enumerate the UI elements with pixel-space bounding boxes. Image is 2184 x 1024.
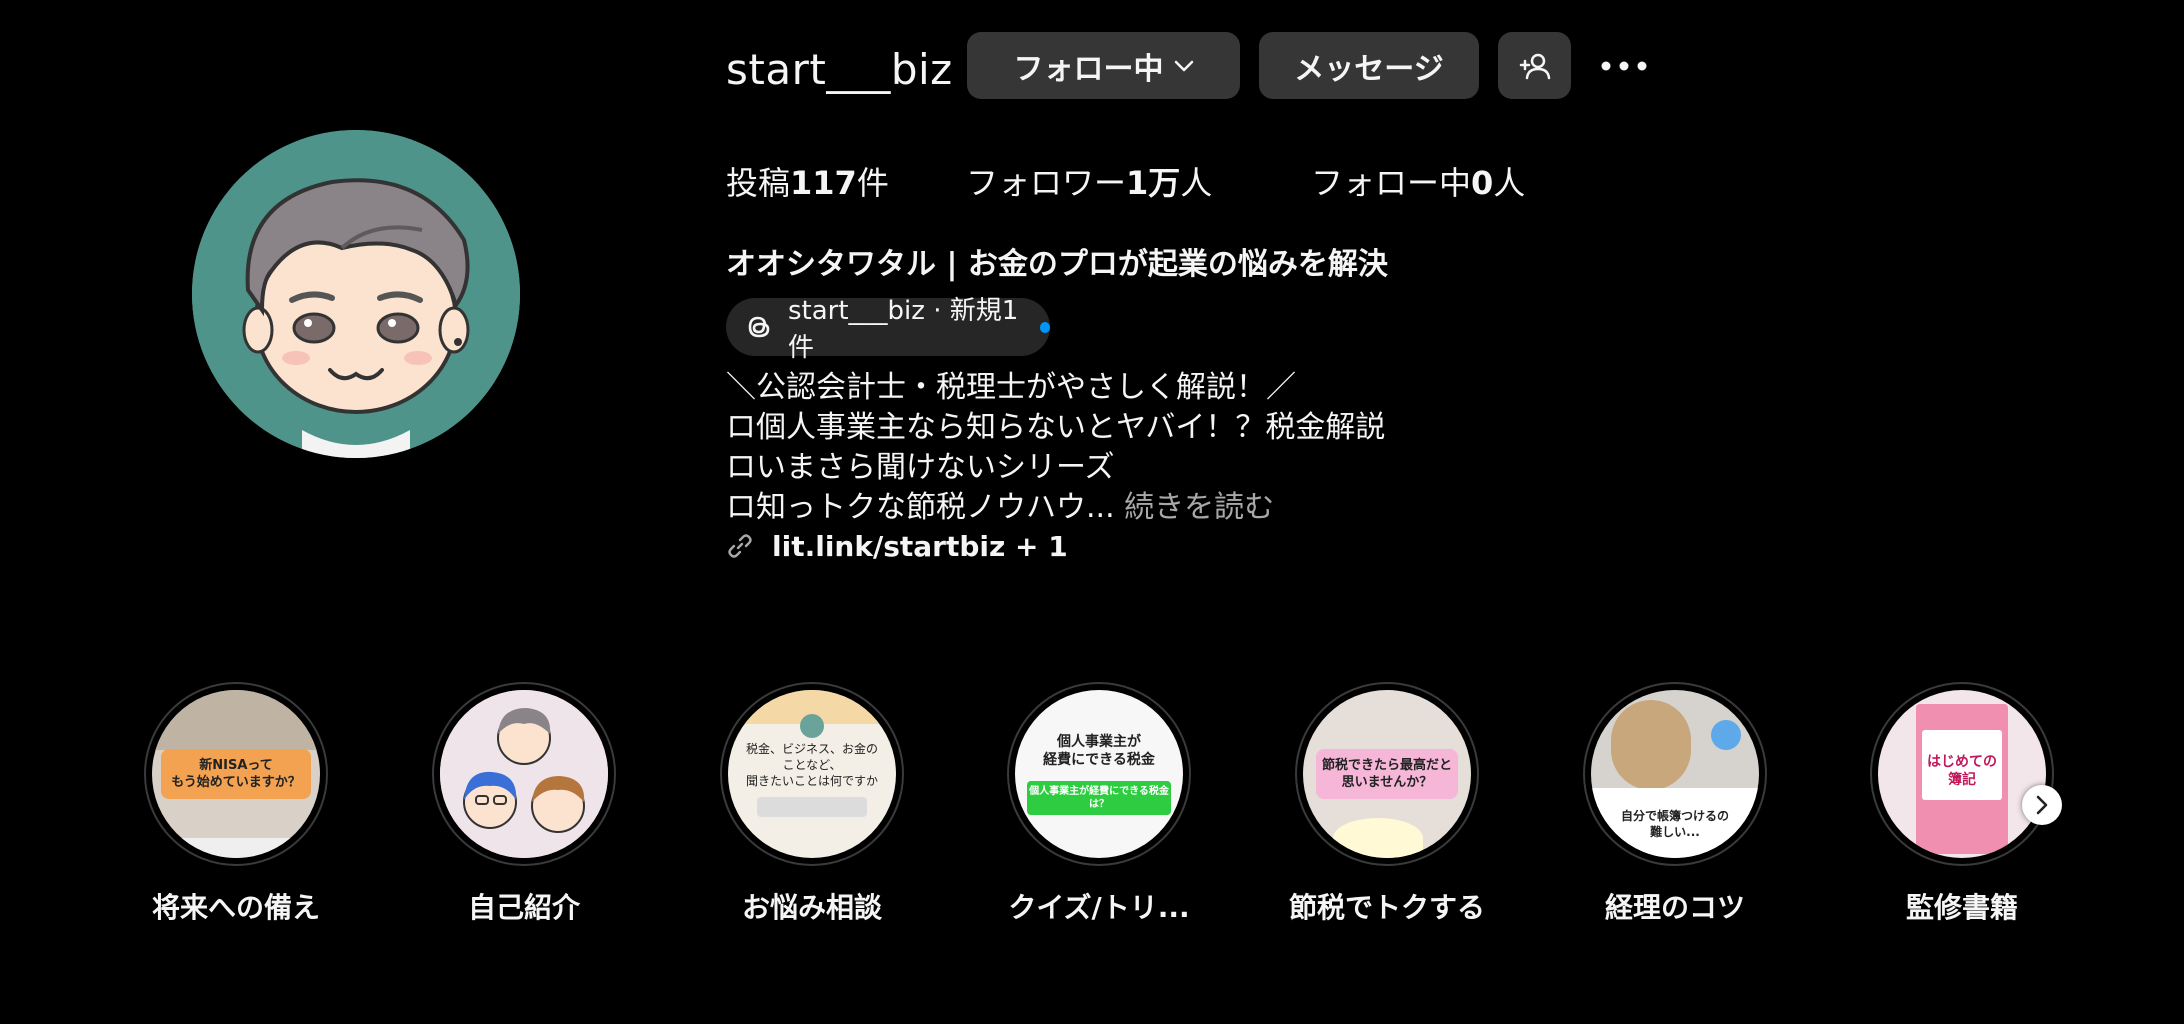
threads-badge[interactable]: start___biz · 新規1件	[726, 296, 1050, 363]
highlight-card-text: 税金、ビジネス、お金の ことなど、 聞きたいことは何ですか	[745, 742, 878, 788]
profile-link-text: lit.link/startbiz + 1	[772, 529, 1068, 563]
new-indicator-dot	[1039, 321, 1050, 333]
posts-count: 投稿117件	[726, 160, 889, 206]
posts-unit: 件	[856, 164, 889, 202]
bio-line: ＼公認会計士・税理士がやさしく解説！／	[726, 370, 1296, 405]
highlight-ring: 新NISAって もう始めていますか？	[144, 682, 328, 866]
highlight-label: 自己紹介	[467, 891, 580, 924]
chevron-right-icon	[2035, 795, 2049, 815]
highlight-cover: 自分で帳簿つけるの 難しい...	[1591, 690, 1759, 858]
highlight-item[interactable]: 自己紹介	[424, 682, 624, 926]
add-user-icon	[1518, 51, 1552, 81]
more-options-icon[interactable]	[1598, 42, 1650, 90]
characters-illustration	[440, 690, 608, 858]
following-count[interactable]: フォロー中0人	[1311, 160, 1525, 206]
highlight-ring: 自分で帳簿つけるの 難しい...	[1583, 682, 1767, 866]
highlight-cover: はじめての 簿記	[1878, 690, 2046, 858]
highlight-card-text: 節税できたら最高だと 思いませんか？	[1321, 758, 1452, 790]
highlight-ring	[432, 682, 616, 866]
followers-count[interactable]: フォロワー1万人	[966, 160, 1212, 206]
following-number: 0	[1471, 164, 1494, 202]
bio-line: ロいまさら聞けないシリーズ	[726, 450, 1115, 485]
highlight-label: 将来への備え	[151, 891, 320, 924]
avatar-illustration	[192, 130, 520, 458]
profile-avatar[interactable]	[192, 130, 520, 458]
threads-icon	[742, 310, 776, 344]
highlight-cover: 個人事業主が 経費にできる税金 個人事業主が経費にできる税金は？	[1015, 690, 1183, 858]
bio-line-last: ロ知っトクな節税ノウハウ... 続きを読む	[726, 488, 1385, 528]
suggest-users-button[interactable]	[1498, 32, 1571, 99]
highlight-item[interactable]: 新NISAって もう始めていますか？ 将来への備え	[136, 682, 336, 926]
highlight-label: 経理のコツ	[1604, 891, 1745, 924]
posts-number: 117	[790, 164, 857, 202]
profile-full-name: オオシタワタル | お金のプロが起業の悩みを解決	[726, 247, 1388, 282]
highlight-item[interactable]: 自分で帳簿つけるの 難しい... 経理のコツ	[1575, 682, 1775, 926]
bio-line: ロ個人事業主なら知らないとヤバイ！？税金解説	[726, 410, 1386, 445]
highlight-item[interactable]: 税金、ビジネス、お金の ことなど、 聞きたいことは何ですか お悩み相談	[712, 682, 912, 926]
highlight-card-text: 自分で帳簿つけるの 難しい...	[1620, 809, 1729, 839]
threads-badge-label: start___biz · 新規1件	[788, 296, 1019, 363]
posts-label: 投稿	[726, 164, 791, 202]
profile-bio: ＼公認会計士・税理士がやさしく解説！／ ロ個人事業主なら知らないとヤバイ！？税金…	[726, 368, 1385, 528]
highlight-cover: 新NISAって もう始めていますか？	[152, 690, 320, 858]
followers-unit: 人	[1180, 164, 1213, 202]
highlight-item[interactable]: 個人事業主が 経費にできる税金 個人事業主が経費にできる税金は？ クイズ/トリ.…	[999, 682, 1199, 926]
following-button-label: フォロー中	[1013, 51, 1164, 87]
highlight-card-text: 個人事業主が 経費にできる税金	[1043, 734, 1155, 768]
highlight-label: クイズ/トリ...	[1008, 891, 1190, 924]
followers-number: 1万	[1126, 164, 1181, 202]
following-unit: 人	[1493, 164, 1526, 202]
highlight-ring: はじめての 簿記	[1870, 682, 2054, 866]
following-label: フォロー中	[1311, 164, 1472, 202]
highlight-cover: 節税できたら最高だと 思いませんか？	[1303, 690, 1471, 858]
highlight-card-text: はじめての 簿記	[1927, 754, 1997, 788]
highlight-cover: 税金、ビジネス、お金の ことなど、 聞きたいことは何ですか	[728, 690, 896, 858]
read-more-link[interactable]: 続きを読む	[1124, 490, 1274, 525]
highlight-cover	[440, 690, 608, 858]
highlight-label: 監修書籍	[1905, 891, 2018, 924]
highlight-label: お悩み相談	[741, 891, 882, 924]
highlight-card-subtext: 個人事業主が経費にできる税金は？	[1029, 786, 1169, 810]
link-icon	[726, 532, 754, 560]
highlight-item[interactable]: 節税できたら最高だと 思いませんか？ 節税でトクする	[1287, 682, 1487, 926]
following-button[interactable]: フォロー中	[967, 32, 1240, 99]
highlight-ring: 個人事業主が 経費にできる税金 個人事業主が経費にできる税金は？	[1007, 682, 1191, 866]
highlight-ring: 節税できたら最高だと 思いませんか？	[1295, 682, 1479, 866]
chevron-down-icon	[1174, 59, 1194, 73]
bio-line: ロ知っトクな節税ノウハウ...	[726, 490, 1115, 525]
profile-link[interactable]: lit.link/startbiz + 1	[726, 526, 1068, 566]
message-button[interactable]: メッセージ	[1259, 32, 1479, 99]
highlight-ring: 税金、ビジネス、お金の ことなど、 聞きたいことは何ですか	[720, 682, 904, 866]
highlight-label: 節税でトクする	[1288, 891, 1485, 924]
message-button-label: メッセージ	[1294, 51, 1444, 87]
highlight-card-text: 新NISAって もう始めていますか？	[171, 758, 301, 790]
followers-label: フォロワー	[966, 164, 1127, 202]
highlights-next-button[interactable]	[2022, 785, 2062, 825]
profile-username: start___biz	[726, 45, 953, 94]
